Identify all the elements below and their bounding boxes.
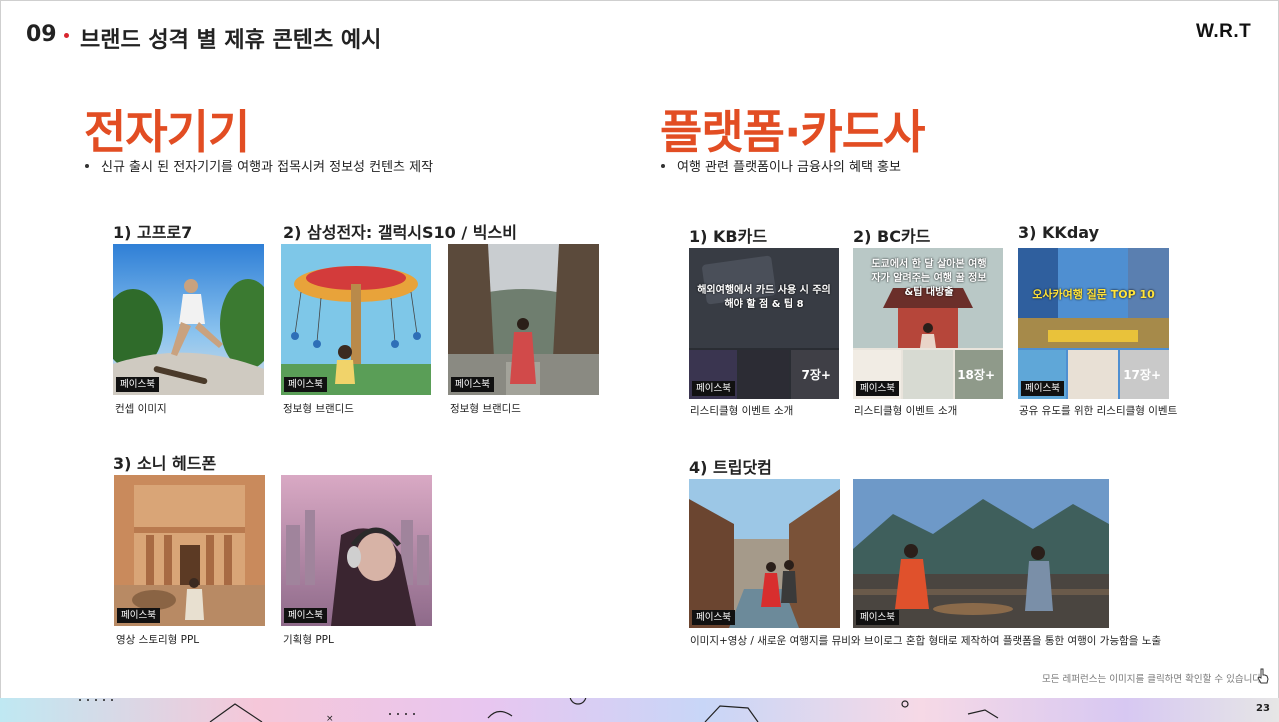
section-number: 09 [26, 22, 57, 47]
kkday-caption: 공유 유도를 위한 리스티클형 이벤트 [1019, 405, 1178, 417]
petra-image [114, 475, 265, 626]
left-bullet-text: 신규 출시 된 전자기기를 여행과 접목시켜 정보성 컨텐츠 제작 [101, 160, 434, 175]
right-bullet-text: 여행 관련 플랫폼이나 금융사의 혜택 홍보 [677, 160, 901, 175]
bc-overlay-text: 도쿄에서 한 달 살아본 여행자가 알려주는 여행 꿀 정보&팁 대방출 [871, 259, 987, 298]
decorative-footer-band: × [0, 698, 1279, 722]
section-gopro: 1) 고프로7 [113, 223, 193, 242]
left-title: 전자기기 [84, 105, 250, 159]
sony-petra-thumbnail[interactable]: 페이스북 [114, 475, 265, 626]
tripcom-image-thumbnail[interactable]: 페이스북 [689, 479, 840, 628]
kb-overlay-text: 해외여행에서 카드 사용 시 주의해야 할 점 & 팁 8 [697, 285, 831, 310]
sony-petra-caption: 영상 스토리형 PPL [116, 634, 200, 646]
carousel-image [281, 244, 431, 395]
sony-headphone-thumbnail[interactable]: 페이스북 [281, 475, 432, 626]
kkday-overlay-text: 오사카여행 질문 TOP 10 [1032, 288, 1155, 301]
section-kb: 1) KB카드 [689, 227, 768, 246]
facebook-badge: 페이스북 [451, 377, 494, 392]
gopro-caption: 컨셉 이미지 [115, 403, 167, 415]
section-bc: 2) BC카드 [853, 227, 931, 246]
samsung-carousel-caption: 정보형 브랜디드 [283, 403, 354, 415]
brand-logo: W.R.T [1196, 21, 1252, 42]
tripcom-street-image [689, 479, 840, 628]
kb-caption: 리스티클형 이벤트 소개 [690, 405, 794, 417]
right-title: 플랫폼·카드사 [660, 105, 925, 159]
facebook-badge: 페이스북 [856, 610, 899, 625]
bc-count: 18장+ [957, 368, 995, 382]
facebook-badge: 페이스북 [117, 608, 160, 623]
sony-headphone-caption: 기획형 PPL [283, 634, 334, 646]
facebook-badge: 페이스북 [856, 381, 899, 396]
kb-count: 7장+ [801, 368, 831, 382]
bc-caption: 리스티클형 이벤트 소개 [854, 405, 958, 417]
tripcom-caption: 이미지+영상 / 새로운 여행지를 뮤비와 브이로그 혼합 형태로 제작하여 플… [690, 635, 1162, 647]
tripcom-mountain-image [853, 479, 1109, 628]
header-dot [64, 33, 69, 38]
bullet-dot [661, 163, 665, 168]
left-bullet: 신규 출시 된 전자기기를 여행과 접목시켜 정보성 컨텐츠 제작 [85, 156, 433, 175]
facebook-badge: 페이스북 [284, 377, 327, 392]
samsung-carousel-thumbnail[interactable]: 페이스북 [281, 244, 431, 395]
kb-thumbnail[interactable]: 해외여행에서 카드 사용 시 주의해야 할 점 & 팁 8 7장+ 페이스북 [689, 248, 839, 399]
page-number: 23 [1256, 703, 1270, 714]
samsung-temple-thumbnail[interactable]: 페이스북 [448, 244, 599, 395]
right-bullet: 여행 관련 플랫폼이나 금융사의 혜택 홍보 [661, 156, 901, 175]
page-title: 브랜드 성격 별 제휴 콘텐츠 예시 [80, 28, 382, 53]
facebook-badge: 페이스북 [692, 610, 735, 625]
section-tripcom: 4) 트립닷컴 [689, 458, 772, 477]
facebook-badge: 페이스북 [284, 608, 327, 623]
bc-thumbnail[interactable]: 도쿄에서 한 달 살아본 여행자가 알려주는 여행 꿀 정보&팁 대방출 18장… [853, 248, 1003, 399]
kkday-thumbnail[interactable]: 오사카여행 질문 TOP 10 17장+ 페이스북 [1018, 248, 1169, 399]
facebook-badge: 페이스북 [116, 377, 159, 392]
section-kkday: 3) KKday [1018, 223, 1099, 242]
temple-image [448, 244, 599, 395]
bullet-dot [85, 163, 89, 168]
headphone-image [281, 475, 432, 626]
pointer-hand-icon [1257, 668, 1269, 684]
section-sony: 3) 소니 헤드폰 [113, 454, 217, 473]
gopro-image [113, 244, 264, 395]
facebook-badge: 페이스북 [692, 381, 735, 396]
gopro-thumbnail[interactable]: 페이스북 [113, 244, 264, 395]
footer-pattern: × [79, 698, 999, 722]
svg-text:×: × [326, 714, 334, 722]
kkday-count: 17장+ [1123, 368, 1161, 382]
tripcom-video-thumbnail[interactable]: 페이스북 [853, 479, 1109, 628]
section-samsung: 2) 삼성전자: 갤럭시S10 / 빅스비 [283, 223, 517, 242]
facebook-badge: 페이스북 [1021, 381, 1064, 396]
reference-note: 모든 레퍼런스는 이미지를 클릭하면 확인할 수 있습니다 [1042, 674, 1262, 685]
samsung-temple-caption: 정보형 브랜디드 [450, 403, 521, 415]
